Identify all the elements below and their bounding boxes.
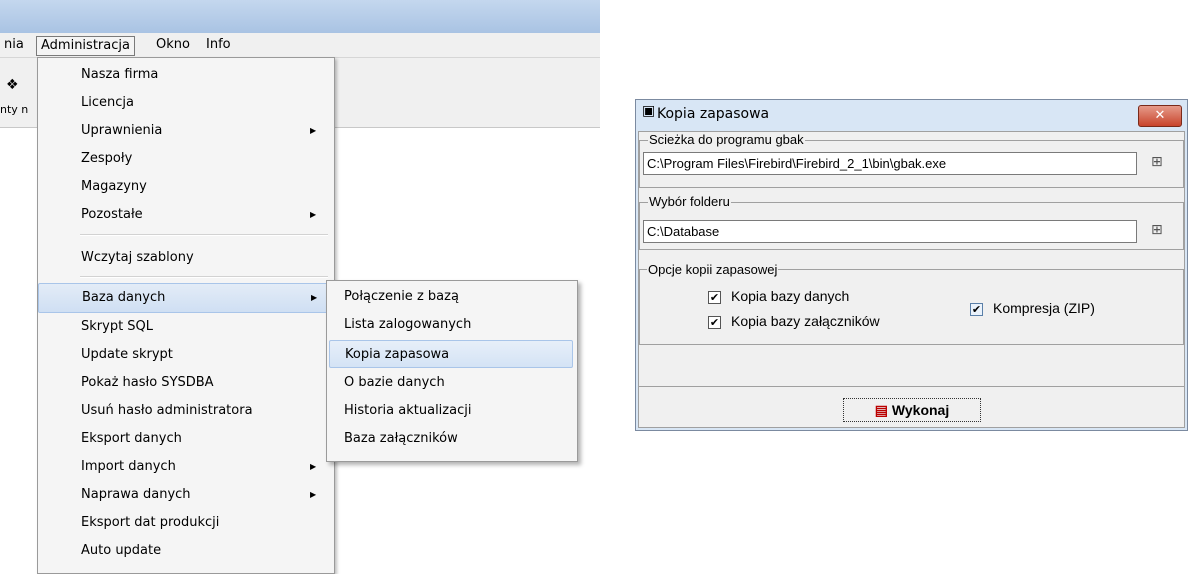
menu-eksport-dat-produkcji[interactable]: Eksport dat produkcji [38, 509, 334, 537]
folder-group-label: Wybór folderu [648, 194, 731, 209]
menu-item-label: Eksport dat produkcji [81, 515, 220, 530]
menu-item-label: Auto update [81, 543, 162, 558]
menu-item-label: Licencja [81, 95, 134, 110]
menu-item-label: Skrypt SQL [81, 319, 154, 334]
submenu-item-label: Historia aktualizacji [344, 403, 472, 418]
menu-item-info[interactable]: Info [202, 36, 235, 54]
menu-item-administracja[interactable]: Administracja [36, 36, 135, 56]
menu-zespoly[interactable]: Zespoły [38, 145, 334, 173]
db-copy-label: Kopia bazy danych [731, 288, 850, 304]
menu-item-label: Wczytaj szablony [81, 250, 194, 265]
submenu-arrow-icon: ▶ [311, 293, 318, 302]
baza-danych-submenu: Połączenie z bazą Lista zalogowanych Kop… [326, 280, 578, 462]
backup-options-group [639, 269, 1184, 345]
menu-magazyny[interactable]: Magazyny [38, 173, 334, 201]
submenu-arrow-icon: ▶ [310, 490, 317, 499]
menu-item-label: Pokaż hasło SYSDBA [81, 375, 214, 390]
submenu-baza-zalacznikow[interactable]: Baza załączników [329, 425, 573, 453]
menu-item-label: Magazyny [81, 179, 147, 194]
run-icon: ▤ [874, 402, 889, 418]
toolbar-icon[interactable]: ❖ [6, 77, 19, 93]
menu-item-label: Pozostałe [81, 207, 143, 222]
close-button[interactable]: ✕ [1138, 105, 1182, 127]
menu-auto-update[interactable]: Auto update [38, 537, 334, 565]
run-button-label: Wykonaj [891, 402, 950, 418]
menu-skrypt-sql[interactable]: Skrypt SQL [38, 313, 334, 341]
menu-naprawa-danych[interactable]: Naprawa danych ▶ [38, 481, 334, 509]
menu-item-label: Update skrypt [81, 347, 173, 362]
submenu-item-label: Połączenie z bazą [344, 289, 459, 304]
menu-item-label: Usuń hasło administratora [81, 403, 253, 418]
compression-label: Kompresja (ZIP) [993, 300, 1095, 316]
submenu-item-label: O bazie danych [344, 375, 445, 390]
attachments-copy-label: Kopia bazy załączników [731, 313, 880, 329]
submenu-arrow-icon: ▶ [310, 126, 317, 135]
browse-folder-icon[interactable]: ⊞ [1151, 222, 1163, 238]
menu-separator [80, 234, 328, 236]
run-button[interactable]: ▤ Wykonaj [843, 398, 981, 422]
submenu-o-bazie-danych[interactable]: O bazie danych [329, 369, 573, 397]
submenu-item-label: Lista zalogowanych [344, 317, 472, 332]
dialog-title: Kopia zapasowa [657, 106, 770, 122]
backup-options-label: Opcje kopii zapasowej [647, 262, 779, 277]
menu-pokaz-haslo-sysdba[interactable]: Pokaż hasło SYSDBA [38, 369, 334, 397]
menu-pozostale[interactable]: Pozostałe ▶ [38, 201, 334, 229]
menu-nasza-firma[interactable]: Nasza firma [38, 61, 334, 89]
menu-item-label: Baza danych [82, 290, 166, 305]
submenu-lista-zalogowanych[interactable]: Lista zalogowanych [329, 311, 573, 339]
submenu-arrow-icon: ▶ [310, 462, 317, 471]
menu-wczytaj-szablony[interactable]: Wczytaj szablony [38, 244, 334, 272]
menu-bar: nia Administracja Okno Info [0, 33, 600, 58]
menu-item-label: Eksport danych [81, 431, 182, 446]
menu-item-label: Naprawa danych [81, 487, 191, 502]
gbak-group-label: Scieżka do programu gbak [648, 132, 805, 147]
submenu-polaczenie-z-baza[interactable]: Połączenie z bazą [329, 283, 573, 311]
menu-licencja[interactable]: Licencja [38, 89, 334, 117]
menu-item-label: Uprawnienia [81, 123, 163, 138]
menu-separator [80, 276, 328, 278]
submenu-item-label: Kopia zapasowa [345, 347, 450, 362]
menu-eksport-danych[interactable]: Eksport danych [38, 425, 334, 453]
dialog-app-icon: ▣ [642, 103, 656, 119]
submenu-arrow-icon: ▶ [310, 210, 317, 219]
browse-folder-icon[interactable]: ⊞ [1151, 154, 1163, 170]
submenu-kopia-zapasowa[interactable]: Kopia zapasowa [329, 340, 573, 368]
attachments-copy-checkbox[interactable]: ✔ [708, 316, 721, 329]
menu-baza-danych[interactable]: Baza danych ▶ [38, 283, 334, 313]
compression-checkbox[interactable]: ✔ [970, 303, 983, 316]
window-title-bar [0, 0, 600, 33]
folder-path-input[interactable]: C:\Database [643, 220, 1137, 243]
toolbar-button-label[interactable]: nty n [0, 103, 28, 116]
menu-item-okno[interactable]: Okno [152, 36, 194, 54]
db-copy-checkbox[interactable]: ✔ [708, 291, 721, 304]
menu-update-skrypt[interactable]: Update skrypt [38, 341, 334, 369]
menu-item-nia[interactable]: nia [0, 36, 28, 54]
menu-usun-haslo-administratora[interactable]: Usuń hasło administratora [38, 397, 334, 425]
submenu-item-label: Baza załączników [344, 431, 458, 446]
gbak-path-input[interactable]: C:\Program Files\Firebird\Firebird_2_1\b… [643, 152, 1137, 175]
menu-item-label: Zespoły [81, 151, 133, 166]
administracja-dropdown: Nasza firma Licencja Uprawnienia ▶ Zespoł… [37, 57, 335, 574]
menu-item-label: Import danych [81, 459, 176, 474]
submenu-historia-aktualizacji[interactable]: Historia aktualizacji [329, 397, 573, 425]
menu-item-label: Nasza firma [81, 67, 159, 82]
menu-import-danych[interactable]: Import danych ▶ [38, 453, 334, 481]
menu-uprawnienia[interactable]: Uprawnienia ▶ [38, 117, 334, 145]
